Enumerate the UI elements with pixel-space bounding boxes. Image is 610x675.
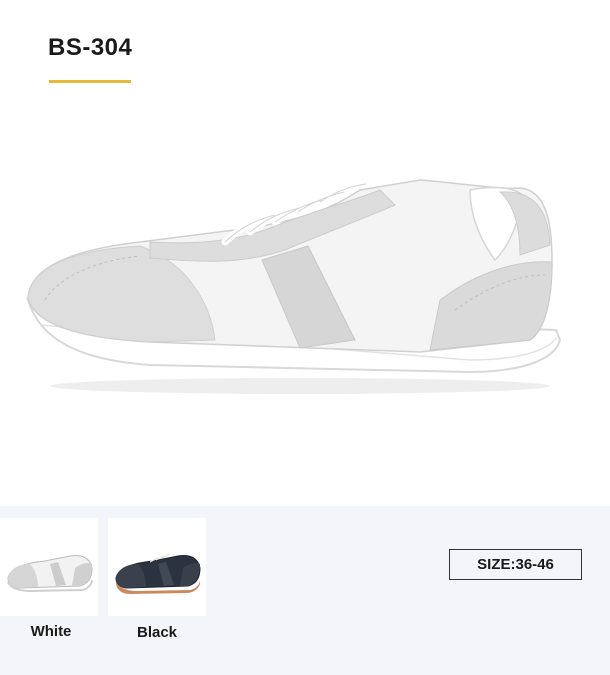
black-sneaker-thumbnail-icon <box>115 553 201 594</box>
white-sneaker-thumbnail-icon <box>7 555 93 593</box>
sneaker-main-image <box>26 179 562 394</box>
title-underline <box>49 80 131 83</box>
variant-selector-bar: White Black SIZE:36-46 <box>0 506 610 675</box>
product-model-title: BS-304 <box>48 34 133 61</box>
variant-label-white[interactable]: White <box>1 623 101 640</box>
variant-swatch-white[interactable] <box>0 518 98 616</box>
size-range-badge: SIZE:36-46 <box>449 549 582 580</box>
variant-label-black[interactable]: Black <box>107 624 207 641</box>
product-hero-section: BS-304 <box>0 0 610 506</box>
variant-swatch-black[interactable] <box>108 518 206 616</box>
